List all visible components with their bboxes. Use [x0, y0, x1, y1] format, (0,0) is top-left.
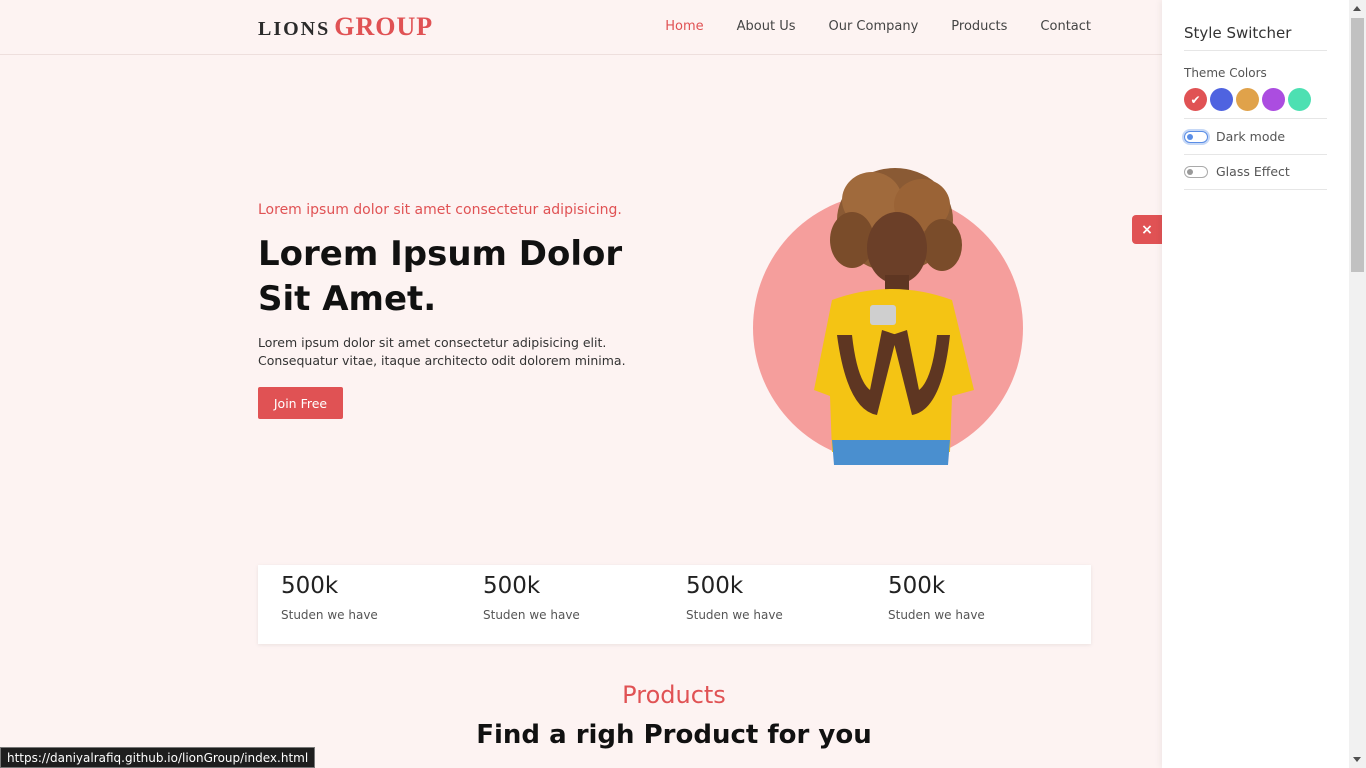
nav-our-company[interactable]: Our Company — [828, 19, 918, 34]
dark-mode-toggle[interactable] — [1184, 130, 1208, 143]
stat-label: Studen we have — [888, 608, 985, 622]
logo-part1: LIONS — [258, 18, 331, 40]
nav-contact[interactable]: Contact — [1040, 19, 1091, 34]
color-swatch-purple[interactable] — [1262, 88, 1285, 111]
stat-item: 500k Studen we have — [686, 573, 783, 622]
glass-effect-toggle[interactable] — [1184, 165, 1208, 178]
hero-description: Lorem ipsum dolor sit amet consectetur a… — [258, 335, 626, 368]
hero-image — [753, 168, 1023, 465]
glass-effect-label: Glass Effect — [1216, 164, 1290, 179]
dark-mode-label: Dark mode — [1216, 129, 1286, 144]
nav-about-us[interactable]: About Us — [737, 19, 796, 34]
color-swatch-red[interactable]: ✔ — [1184, 88, 1207, 111]
stat-item: 500k Studen we have — [888, 573, 985, 622]
color-swatch-orange[interactable] — [1236, 88, 1259, 111]
stat-label: Studen we have — [281, 608, 378, 622]
stat-item: 500k Studen we have — [281, 573, 378, 622]
check-icon: ✔ — [1190, 92, 1201, 107]
divider — [1184, 50, 1327, 51]
logo-part2: GROUP — [334, 12, 434, 41]
color-swatch-blue[interactable] — [1210, 88, 1233, 111]
stats-card: 500k Studen we have 500k Studen we have … — [258, 565, 1091, 644]
logo[interactable]: LIONS GROUP — [258, 12, 433, 42]
stat-label: Studen we have — [483, 608, 580, 622]
join-free-button[interactable]: Join Free — [258, 387, 343, 419]
close-icon: × — [1141, 221, 1153, 238]
stat-value: 500k — [686, 573, 744, 599]
hero-subtitle: Lorem ipsum dolor sit amet consectetur a… — [258, 202, 622, 218]
divider — [1184, 118, 1327, 119]
stat-label: Studen we have — [686, 608, 783, 622]
products-subtitle: Products — [622, 681, 726, 709]
scroll-up-icon[interactable] — [1353, 6, 1361, 11]
glass-effect-row: Glass Effect — [1184, 164, 1290, 179]
nav-home[interactable]: Home — [665, 19, 703, 34]
divider — [1184, 189, 1327, 190]
nav-products[interactable]: Products — [951, 19, 1007, 34]
divider — [1184, 154, 1327, 155]
scroll-thumb[interactable] — [1351, 18, 1364, 272]
status-bar-url: https://daniyalrafiq.github.io/lionGroup… — [0, 747, 316, 768]
stat-item: 500k Studen we have — [483, 573, 580, 622]
dark-mode-row: Dark mode — [1184, 129, 1285, 144]
theme-colors-label: Theme Colors — [1184, 66, 1267, 80]
style-switcher-panel: Style Switcher Theme Colors ✔ Dark mode … — [1162, 0, 1349, 768]
stat-value: 500k — [888, 573, 946, 599]
site-header: LIONS GROUP Home About Us Our Company Pro… — [0, 0, 1162, 55]
close-switcher-button[interactable]: × — [1132, 215, 1162, 244]
stat-value: 500k — [281, 573, 339, 599]
theme-colors: ✔ — [1184, 88, 1311, 111]
scroll-down-icon[interactable] — [1353, 757, 1361, 762]
color-swatch-teal[interactable] — [1288, 88, 1311, 111]
products-title: Find a righ Product for you — [476, 720, 872, 750]
stat-value: 500k — [483, 573, 541, 599]
hero-title: Lorem Ipsum Dolor Sit Amet. — [258, 234, 623, 319]
main-nav: Home About Us Our Company Products Conta… — [632, 19, 1091, 34]
vertical-scrollbar[interactable] — [1349, 0, 1366, 768]
switcher-title: Style Switcher — [1184, 24, 1292, 42]
